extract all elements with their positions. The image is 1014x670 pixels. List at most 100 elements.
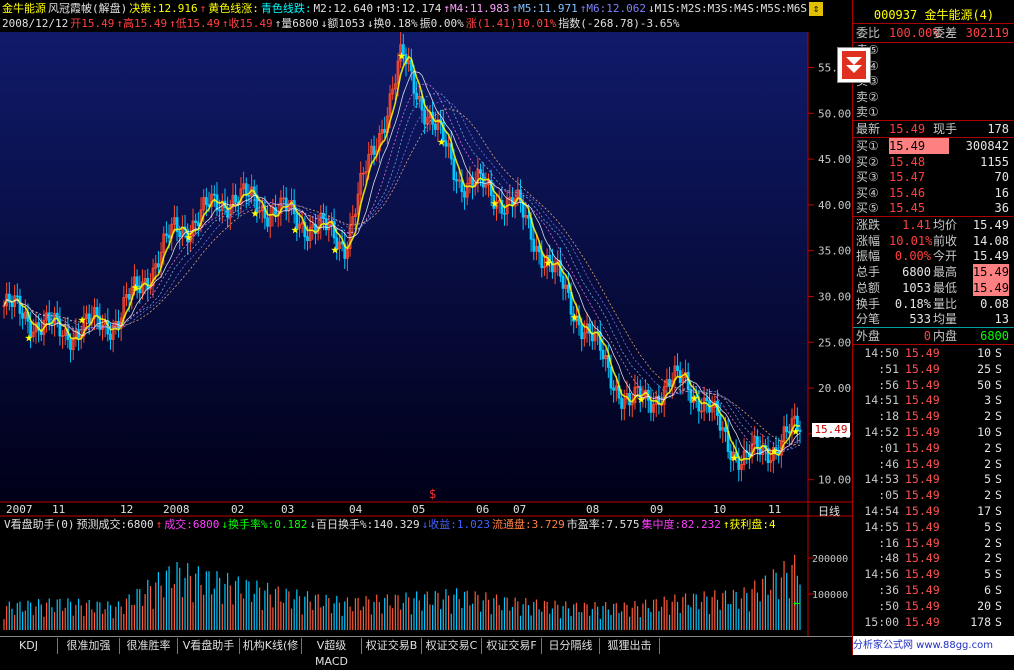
candle-body: [452, 158, 456, 181]
candle-body: [415, 92, 419, 100]
tab-4[interactable]: 机构K线(修: [240, 638, 302, 654]
candle-body: [561, 275, 565, 289]
tab-3[interactable]: V看盘助手: [178, 638, 240, 654]
candle-body: [433, 123, 437, 130]
candle-body: [609, 366, 613, 389]
candle-body: [266, 217, 269, 227]
candle-body: [194, 220, 198, 223]
outer-inner-row: 外盘 0 内盘 6800: [856, 329, 1009, 343]
tab-2[interactable]: 很准胜率: [120, 638, 178, 654]
candle-body: [87, 313, 91, 324]
candle-body: [455, 179, 458, 182]
candle-body: [649, 399, 653, 413]
signal-star-icon: ★: [791, 423, 800, 439]
line2-2: ↑高15.49: [116, 17, 168, 30]
tick-row: :36 15.49 6 S: [878, 583, 1002, 597]
line1-9: ↑M5:11.971: [511, 2, 578, 15]
candle-body: [109, 333, 112, 340]
tab-0[interactable]: KDJ: [0, 638, 58, 654]
line1-4: 黄色线涨:: [208, 2, 259, 15]
x-axis-label: 06: [476, 503, 490, 516]
tick-row: 14:52 15.49 10 S: [864, 425, 1002, 439]
candle-body: [212, 193, 216, 196]
signal-star-icon: ★: [770, 443, 779, 459]
candle-body: [372, 145, 376, 155]
day-line-label[interactable]: 日线: [818, 503, 840, 519]
ind-8: 市盈率:7.575: [566, 518, 640, 531]
line1-1: 风冠霞帔(解盘): [48, 2, 128, 15]
candle-body: [718, 415, 722, 431]
candle-body: [601, 349, 605, 360]
signal-star-icon: ★: [251, 205, 260, 221]
kline-chart[interactable]: ★★★★★★★★★★★★★ ★★ ★★ 55.0050.0045.0040.0035…: [0, 0, 852, 636]
candle-body: [306, 236, 309, 241]
tab-5[interactable]: V超级MACD: [302, 638, 362, 668]
tab-8[interactable]: 权证交易F: [482, 638, 542, 654]
tick-row: :18 15.49 2 S: [878, 409, 1002, 424]
candle-body: [157, 263, 160, 268]
tick-row: :48 15.49 2 S: [878, 551, 1002, 566]
candle-body: [724, 427, 727, 432]
x-axis-label: 2008: [163, 503, 190, 516]
latest-price-row: 最新 15.49 现手 178: [856, 122, 1009, 136]
candle-body: [15, 295, 19, 298]
signal-star-icon: ★: [131, 279, 140, 295]
scroll-down-button[interactable]: [837, 47, 871, 83]
stat-row: 总手 6800 最高 15.49: [856, 264, 1009, 281]
line2-9: 涨(1.41)10.01%: [465, 17, 557, 30]
candle-body: [218, 209, 222, 212]
x-axis-label: 05: [412, 503, 426, 516]
candle-body: [77, 330, 80, 339]
ind-7: 流通盘:3.729: [491, 518, 565, 531]
signal-star-icon: ★: [78, 311, 87, 327]
line1-7: ↑M3:12.174: [375, 2, 442, 15]
tab-7[interactable]: 权证交易C: [422, 638, 482, 654]
left-arrow-icon: ←: [793, 596, 801, 611]
candle-body: [503, 212, 506, 215]
tick-row: 14:50 15.49 10 S: [864, 346, 1002, 360]
buy-row: 买② 15.48 1155: [856, 154, 1009, 169]
price-header-line1: 金牛能源 风冠霞帔(解盘) 决策:12.916 ↑ 黄色线涨: 青色线跌: M2:12.64…: [2, 2, 816, 16]
tab-9[interactable]: 日分隔线: [542, 638, 600, 654]
candle-body: [787, 431, 791, 434]
ind-1: 预测成交:6800: [76, 518, 154, 531]
sell-row: 卖②: [856, 89, 879, 104]
tick-row: 14:53 15.49 5 S: [864, 472, 1002, 487]
expand-toggle-icon[interactable]: ⇕: [809, 2, 823, 16]
y-tick-label: 20.00: [818, 382, 851, 395]
line1-11: ↓M1S:M2S:M3S:M4S:M5S:M6S:: [648, 2, 814, 15]
candle-body: [146, 277, 150, 290]
candle-body: [676, 365, 679, 372]
ind-6: ↓收益:1.023: [421, 518, 490, 531]
y-tick-label: 50.00: [818, 107, 851, 120]
y-tick-label: 10.00: [818, 474, 851, 487]
candle-body: [532, 238, 536, 252]
candle-body: [668, 379, 671, 387]
candle-body: [463, 191, 466, 198]
line2-8: 振0.00%: [419, 17, 464, 30]
quote-panel: 000937 金牛能源(4) 委比 100.00% 委差 302119 卖⑤卖④…: [852, 0, 1014, 655]
tab-6[interactable]: 权证交易B: [362, 638, 422, 654]
plot-background: [0, 32, 808, 502]
kline-chart-area[interactable]: ★ ★ ★ ★ ★ ★ ★ ★ ★ ★ ★ ★ ★ ★ ★ ★ ★ 55.00 50.00 45.00 40.00 35…: [0, 0, 852, 655]
tick-row: :50 15.49 20 S: [878, 598, 1002, 613]
signal-star-icon: ★: [491, 195, 500, 211]
tab-1[interactable]: 很准加强: [58, 638, 120, 654]
line1-3: ↑: [199, 2, 207, 15]
x-axis-label: 04: [349, 503, 363, 516]
stat-row: 振幅 0.00% 今开 15.49: [856, 249, 1009, 264]
tick-row: 15:00 15.49 178 S: [864, 614, 1002, 629]
x-axis-label: 10: [713, 503, 727, 516]
tab-10[interactable]: 狐狸出击: [600, 638, 660, 654]
line2-0: 2008/12/12: [2, 17, 69, 30]
price-header-line2: 2008/12/12 开15.49 ↑高15.49 ↑低15.49 ↑收15.49 ↑量6…: [2, 17, 682, 31]
x-axis-label: 07: [513, 503, 527, 516]
tick-row: 14:51 15.49 3 S: [864, 393, 1002, 408]
signal-star-icon: ★: [690, 390, 699, 406]
candle-body: [95, 307, 99, 317]
current-price-tag: 15.49: [812, 423, 850, 437]
candle-body: [244, 183, 248, 196]
y-tick-label: 35.00: [818, 245, 851, 258]
line2-4: ↑收15.49: [221, 17, 273, 30]
y-tick-label: 40.00: [818, 199, 851, 212]
